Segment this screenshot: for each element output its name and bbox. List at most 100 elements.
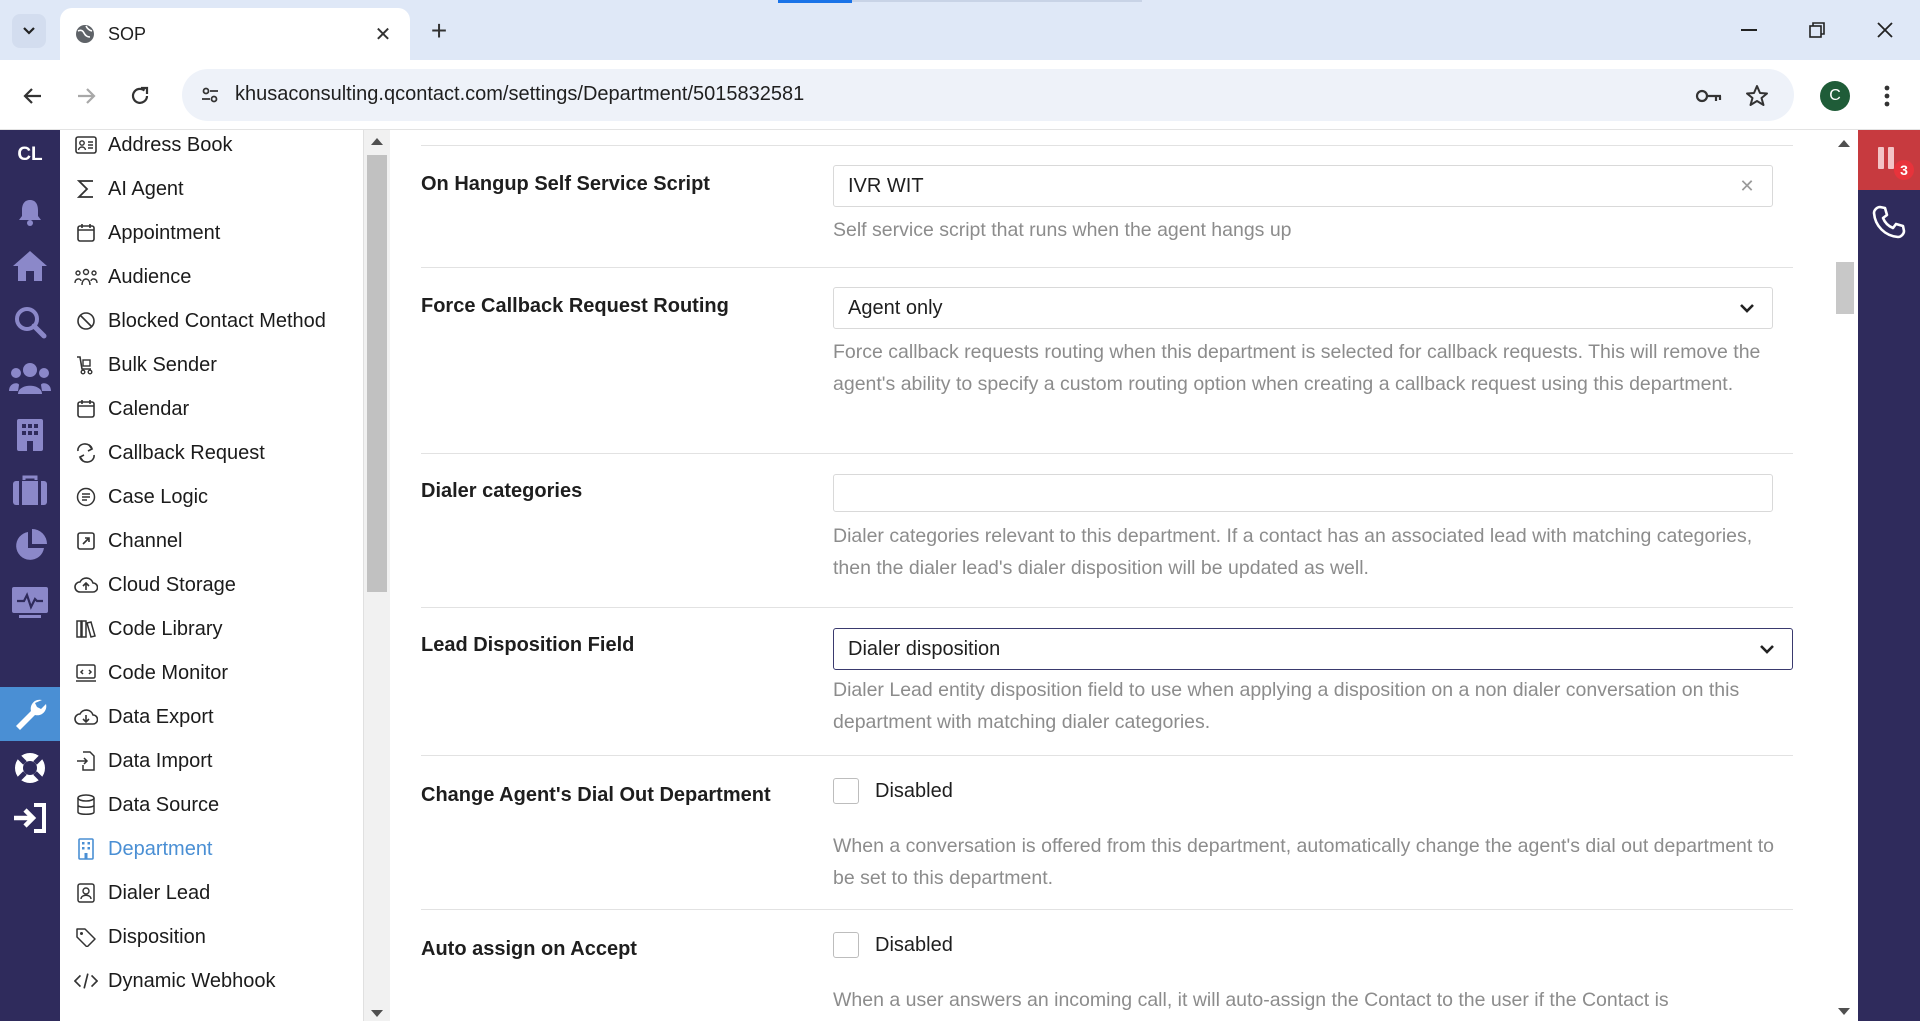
menu-item-dynamic-webhook[interactable]: Dynamic Webhook [60,959,360,1003]
lead-disposition-select[interactable]: Dialer disposition [833,628,1793,670]
menu-item-ai-agent[interactable]: AI Agent [60,167,360,211]
back-button[interactable] [13,76,53,116]
menu-item-label: Department [108,837,213,860]
monitor-icon[interactable] [0,580,60,624]
change-dial-out-toggle[interactable]: Disabled [833,778,953,804]
menu-item-department[interactable]: Department [60,827,360,871]
menu-item-label: Case Logic [108,485,209,508]
wrench-icon[interactable] [0,687,60,741]
field-label: Force Callback Request Routing [421,295,729,317]
field-label: Change Agent's Dial Out Department [421,784,771,806]
field-help-text: When a conversation is offered from this… [833,835,1774,889]
briefcase-icon[interactable] [0,468,60,512]
building-icon[interactable] [0,412,60,456]
tab-search-button[interactable] [12,14,46,48]
address-bar[interactable]: khusaconsulting.qcontact.com/settings/De… [182,69,1794,121]
browser-menu-icon[interactable] [1870,78,1904,114]
menu-item-code-monitor[interactable]: Code Monitor [60,651,360,695]
minimize-icon [1741,29,1757,31]
close-window-button[interactable] [1860,10,1910,50]
lifebuoy-icon[interactable] [0,746,60,790]
dialer-categories-input[interactable] [833,474,1773,512]
profile-avatar[interactable]: C [1820,81,1850,111]
scrollbar-thumb[interactable] [1836,262,1854,314]
library-icon [74,617,98,641]
menu-item-disposition[interactable]: Disposition [60,915,360,959]
arrow-right-icon [78,88,96,104]
tab-strip-indicator-track [852,0,1142,2]
hangup-script-input[interactable]: IVR WIT ✕ [833,165,1773,207]
menu-item-data-source[interactable]: Data Source [60,783,360,827]
pause-button[interactable]: 3 [1858,130,1920,190]
home-icon[interactable] [0,244,60,288]
callback-icon [74,441,98,465]
menu-item-audience[interactable]: Audience [60,255,360,299]
restore-button[interactable] [1792,10,1842,50]
users-icon[interactable] [0,356,60,400]
new-tab-button[interactable]: + [422,14,456,48]
menu-item-label: Code Library [108,617,223,640]
close-tab-icon[interactable]: ✕ [370,21,396,47]
field-label: Lead Disposition Field [421,634,635,656]
browser-toolbar: khusaconsulting.qcontact.com/settings/De… [0,60,1920,130]
field-value: IVR WIT [848,174,924,197]
auto-assign-toggle[interactable]: Disabled [833,932,953,958]
menu-item-label: Data Source [108,793,220,816]
menu-item-channel[interactable]: Channel [60,519,360,563]
menu-item-cloud-storage[interactable]: Cloud Storage [60,563,360,607]
scroll-down-arrow[interactable] [371,1010,383,1017]
menu-item-calendar[interactable]: Calendar [60,387,360,431]
form-row-force-callback: Force Callback Request Routing Agent onl… [421,267,1793,443]
form-row-lead-disposition: Lead Disposition Field Dialer dispositio… [421,607,1793,753]
app-logo[interactable]: CL [0,140,60,170]
menu-item-callback-request[interactable]: Callback Request [60,431,360,475]
bookmark-star-icon[interactable] [1742,81,1772,111]
field-label: Auto assign on Accept [421,938,637,960]
logout-icon[interactable] [0,796,60,840]
menu-item-label: Disposition [108,925,206,948]
scroll-up-arrow[interactable] [1838,140,1850,147]
checkbox-label: Disabled [875,933,953,956]
auto-assign-checkbox[interactable] [833,932,859,958]
menu-item-data-export[interactable]: Data Export [60,695,360,739]
scroll-down-arrow[interactable] [1838,1008,1850,1015]
menu-item-bulk-sender[interactable]: Bulk Sender [60,343,360,387]
menu-item-code-library[interactable]: Code Library [60,607,360,651]
settings-menu-scrollbar[interactable] [364,130,390,1021]
password-key-icon[interactable] [1694,81,1724,111]
bell-icon[interactable] [0,190,60,234]
reload-button[interactable] [120,76,160,116]
menu-item-appointment[interactable]: Appointment [60,211,360,255]
menu-item-address-book[interactable]: Address Book [60,130,360,167]
menu-item-label: Appointment [108,221,221,244]
channel-icon [74,529,98,553]
main-scrollbar[interactable] [1830,130,1858,1021]
site-info-icon[interactable] [196,81,224,109]
menu-item-data-import[interactable]: Data Import [60,739,360,783]
phone-button[interactable] [1858,192,1920,252]
softphone-rail: 3 [1858,130,1920,1021]
select-value: Agent only [848,296,943,319]
scrollbar-thumb[interactable] [367,155,387,592]
menu-item-label: Bulk Sender [108,353,217,376]
change-dial-out-checkbox[interactable] [833,778,859,804]
menu-item-case-logic[interactable]: Case Logic [60,475,360,519]
blocked-icon [74,309,98,333]
menu-item-dialer-lead[interactable]: Dialer Lead [60,871,360,915]
menu-item-blocked-contact-method[interactable]: Blocked Contact Method [60,299,360,343]
force-callback-select[interactable]: Agent only [833,287,1773,329]
tab-sop[interactable]: SOP ✕ [60,8,410,60]
chevron-down-icon [1736,297,1758,319]
field-label: Dialer categories [421,480,583,502]
pie-chart-icon[interactable] [0,524,60,568]
forward-button[interactable] [66,76,106,116]
minimize-button[interactable] [1724,10,1774,50]
form-row-dialer-categories: Dialer categories Dialer categories rele… [421,453,1793,593]
browser-tab-bar: SOP ✕ + [0,0,1920,60]
scroll-up-arrow[interactable] [371,138,383,145]
url-text[interactable]: khusaconsulting.qcontact.com/settings/De… [235,83,804,106]
search-icon[interactable] [0,300,60,344]
globe-icon [76,25,94,43]
clear-icon[interactable]: ✕ [1736,175,1758,197]
form-row-auto-assign: Auto assign on Accept Disabled When a us… [421,909,1793,1021]
